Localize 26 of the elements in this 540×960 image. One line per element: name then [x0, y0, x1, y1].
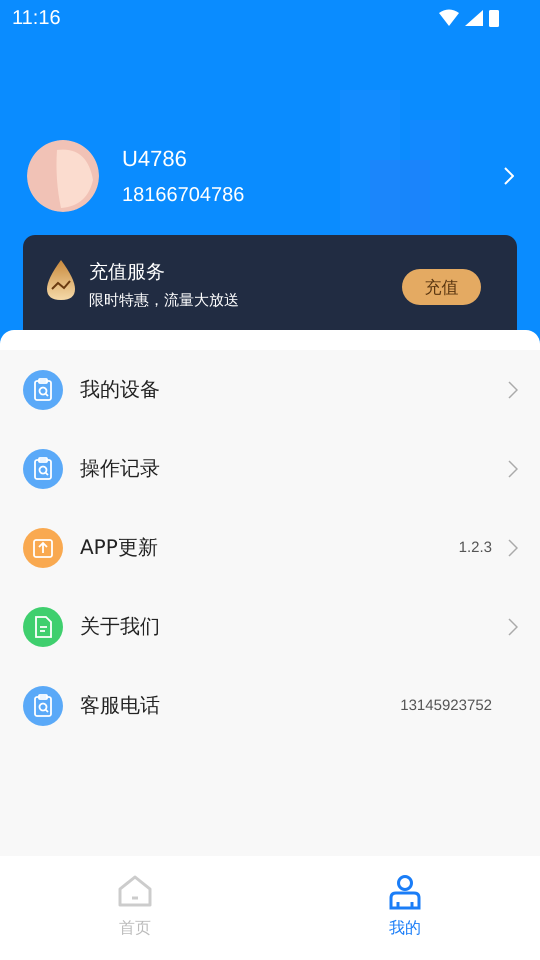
drop-icon — [45, 259, 77, 301]
menu-label: APP更新 — [80, 534, 159, 561]
avatar[interactable] — [27, 140, 99, 212]
phone-number: 18166704786 — [122, 184, 246, 206]
menu-item[interactable]: 客服电话 13145923752 — [0, 666, 540, 745]
card-subtitle: 限时特惠，流量大放送 — [89, 291, 240, 310]
menu-label: 客服电话 — [80, 692, 161, 719]
menu-item[interactable]: APP更新 1.2.3 — [0, 508, 540, 587]
menu-label: 我的设备 — [80, 376, 161, 403]
wifi-icon — [438, 8, 460, 28]
menu-label: 关于我们 — [80, 613, 161, 640]
menu-value: 13145923752 — [400, 697, 492, 714]
menu-item[interactable]: 关于我们 — [0, 587, 540, 666]
signal-icon — [464, 8, 484, 28]
chevron-right-icon[interactable] — [504, 167, 514, 185]
username: U4786 — [122, 146, 188, 172]
menu-item[interactable]: 操作记录 — [0, 429, 540, 508]
menu-label: 操作记录 — [80, 455, 161, 482]
menu-item[interactable]: 我的设备 — [0, 350, 540, 429]
battery-icon — [488, 8, 500, 28]
card-title: 充值服务 — [89, 260, 166, 285]
nav-tab[interactable]: 我的 — [270, 856, 540, 960]
status-time: 11:16 — [12, 6, 61, 30]
menu-value: 1.2.3 — [458, 539, 492, 556]
user-icon — [387, 874, 423, 910]
recharge-button[interactable]: 充值 — [402, 269, 481, 305]
